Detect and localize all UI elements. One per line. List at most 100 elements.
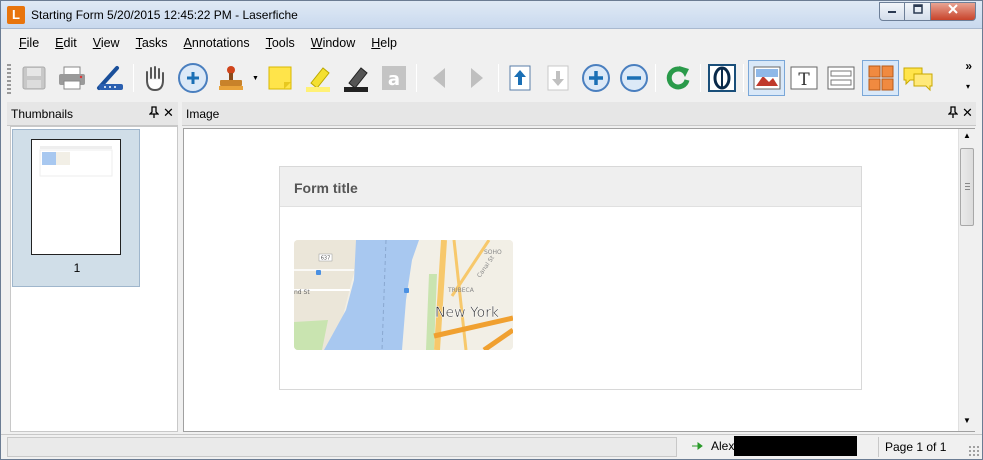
next-page-button[interactable] bbox=[460, 61, 494, 95]
zoom-tool-button[interactable] bbox=[176, 61, 210, 95]
toolbar-separator bbox=[655, 64, 656, 92]
map-image: 637 SOHO Canal St TRIBECA nd St New York bbox=[294, 240, 513, 350]
status-message-area bbox=[7, 437, 677, 457]
save-button[interactable] bbox=[17, 61, 51, 95]
panel-splitter[interactable] bbox=[178, 102, 182, 433]
annotations-view-button[interactable] bbox=[901, 61, 935, 95]
toolbar-grip[interactable] bbox=[7, 64, 11, 94]
scanner-pen-icon bbox=[97, 66, 123, 90]
rotate-arrow-icon bbox=[666, 66, 690, 90]
stamp-dropdown-caret-icon[interactable]: ▼ bbox=[252, 75, 259, 82]
text-box-button[interactable]: a bbox=[377, 61, 411, 95]
menu-bar: File Edit View Tasks Annotations Tools Window H… bbox=[1, 33, 982, 55]
menu-annotations[interactable]: Annotations bbox=[176, 33, 258, 55]
metadata-fields-icon bbox=[827, 66, 855, 90]
menu-tasks[interactable]: Tasks bbox=[128, 33, 176, 55]
ocr-button[interactable] bbox=[705, 61, 739, 95]
printer-icon bbox=[59, 66, 85, 90]
text-view-button[interactable]: T bbox=[787, 61, 821, 95]
thumbnail-page-image bbox=[31, 139, 121, 255]
next-document-button[interactable] bbox=[541, 61, 575, 95]
close-icon bbox=[948, 4, 958, 14]
maximize-icon bbox=[912, 4, 923, 14]
thumbnails-panel-header: Thumbnails ✕ bbox=[7, 102, 178, 126]
image-panel-header: Image ✕ bbox=[182, 102, 976, 126]
menu-file[interactable]: File bbox=[11, 33, 47, 55]
text-page-icon: T bbox=[790, 66, 818, 90]
close-thumbnails-icon[interactable]: ✕ bbox=[163, 105, 174, 121]
map-label-street: nd St bbox=[294, 289, 310, 296]
print-button[interactable] bbox=[55, 61, 89, 95]
zoom-in-magnifier-icon bbox=[178, 63, 208, 93]
main-toolbar: ▼ a T » ▾ bbox=[1, 56, 982, 100]
menu-window[interactable]: Window bbox=[303, 33, 363, 55]
status-user-name: Alex bbox=[711, 439, 735, 453]
thumbnails-grid-icon bbox=[868, 65, 893, 91]
menu-edit[interactable]: Edit bbox=[47, 33, 85, 55]
plus-circle-icon bbox=[582, 64, 610, 92]
title-bar[interactable]: L Starting Form 5/20/2015 12:45:22 PM - … bbox=[1, 1, 982, 29]
svg-text:T: T bbox=[798, 70, 810, 90]
document-image-pane[interactable]: Form title 637 SOHO Canal St TRIBECA nd … bbox=[183, 128, 975, 432]
image-vertical-scrollbar[interactable]: ▲ ▼ bbox=[958, 129, 975, 431]
close-image-panel-icon[interactable]: ✕ bbox=[962, 105, 973, 121]
user-status-arrow-icon bbox=[692, 442, 703, 450]
page-up-arrow-icon bbox=[509, 65, 531, 91]
previous-page-button[interactable] bbox=[422, 61, 456, 95]
laserfiche-app-icon[interactable]: L bbox=[7, 6, 25, 24]
toolbar-separator bbox=[700, 64, 701, 92]
speech-bubbles-icon bbox=[903, 67, 933, 92]
save-disk-icon bbox=[22, 66, 46, 90]
menu-view[interactable]: View bbox=[85, 33, 128, 55]
sticky-note-button[interactable] bbox=[263, 61, 297, 95]
redaction-button[interactable] bbox=[339, 61, 373, 95]
close-window-button[interactable] bbox=[931, 2, 976, 21]
window-resize-grip[interactable] bbox=[968, 445, 980, 457]
pan-button[interactable] bbox=[137, 61, 171, 95]
map-label-637: 637 bbox=[321, 256, 331, 262]
redacted-block bbox=[734, 436, 857, 456]
toolbar-overflow-button[interactable]: » bbox=[965, 59, 972, 73]
ocr-zero-icon bbox=[708, 64, 736, 92]
minimize-button[interactable] bbox=[879, 2, 905, 21]
image-view-button[interactable] bbox=[748, 60, 785, 96]
toolbar-separator bbox=[743, 64, 744, 92]
map-graphic: 637 SOHO Canal St TRIBECA nd St New York bbox=[294, 240, 513, 350]
thumbnail-preview bbox=[39, 146, 113, 177]
scroll-up-arrow-icon[interactable]: ▲ bbox=[959, 131, 975, 145]
fields-view-button[interactable] bbox=[824, 61, 858, 95]
image-panel-title: Image bbox=[186, 107, 220, 121]
maximize-button[interactable] bbox=[905, 2, 931, 21]
thumbnails-pane: 1 bbox=[10, 126, 178, 432]
toolbar-separator bbox=[133, 64, 134, 92]
previous-document-button[interactable] bbox=[503, 61, 537, 95]
zoom-in-button[interactable] bbox=[579, 61, 613, 95]
minus-circle-icon bbox=[620, 64, 648, 92]
map-label-soho: SOHO bbox=[484, 249, 502, 256]
toolbar-options-caret[interactable]: ▾ bbox=[966, 82, 970, 91]
page-indicator: Page 1 of 1 bbox=[878, 437, 958, 457]
scroll-down-arrow-icon[interactable]: ▼ bbox=[959, 416, 975, 430]
rotate-button[interactable] bbox=[661, 61, 695, 95]
scan-button[interactable] bbox=[93, 61, 127, 95]
toolbar-separator bbox=[416, 64, 417, 92]
zoom-out-button[interactable] bbox=[617, 61, 651, 95]
menu-help[interactable]: Help bbox=[363, 33, 405, 55]
stamp-icon bbox=[219, 66, 243, 90]
sticky-note-icon bbox=[268, 66, 292, 90]
window-controls bbox=[879, 2, 976, 22]
highlight-button[interactable] bbox=[301, 61, 335, 95]
menu-tools[interactable]: Tools bbox=[258, 33, 303, 55]
thumbnails-view-button[interactable] bbox=[862, 60, 899, 96]
form-document: Form title 637 SOHO Canal St TRIBECA nd … bbox=[279, 166, 862, 390]
pin-icon[interactable] bbox=[148, 106, 160, 121]
scrollbar-thumb[interactable] bbox=[960, 148, 974, 226]
pin-icon[interactable] bbox=[947, 106, 959, 121]
map-label-tribeca: TRIBECA bbox=[447, 287, 475, 294]
thumbnail-page-number: 1 bbox=[73, 261, 81, 275]
svg-text:a: a bbox=[388, 69, 400, 90]
status-bar: Alex Page 1 of 1 bbox=[1, 434, 982, 459]
stamp-button[interactable] bbox=[214, 61, 248, 95]
hand-icon bbox=[146, 66, 164, 92]
thumbnail-page-1[interactable]: 1 bbox=[12, 129, 140, 287]
